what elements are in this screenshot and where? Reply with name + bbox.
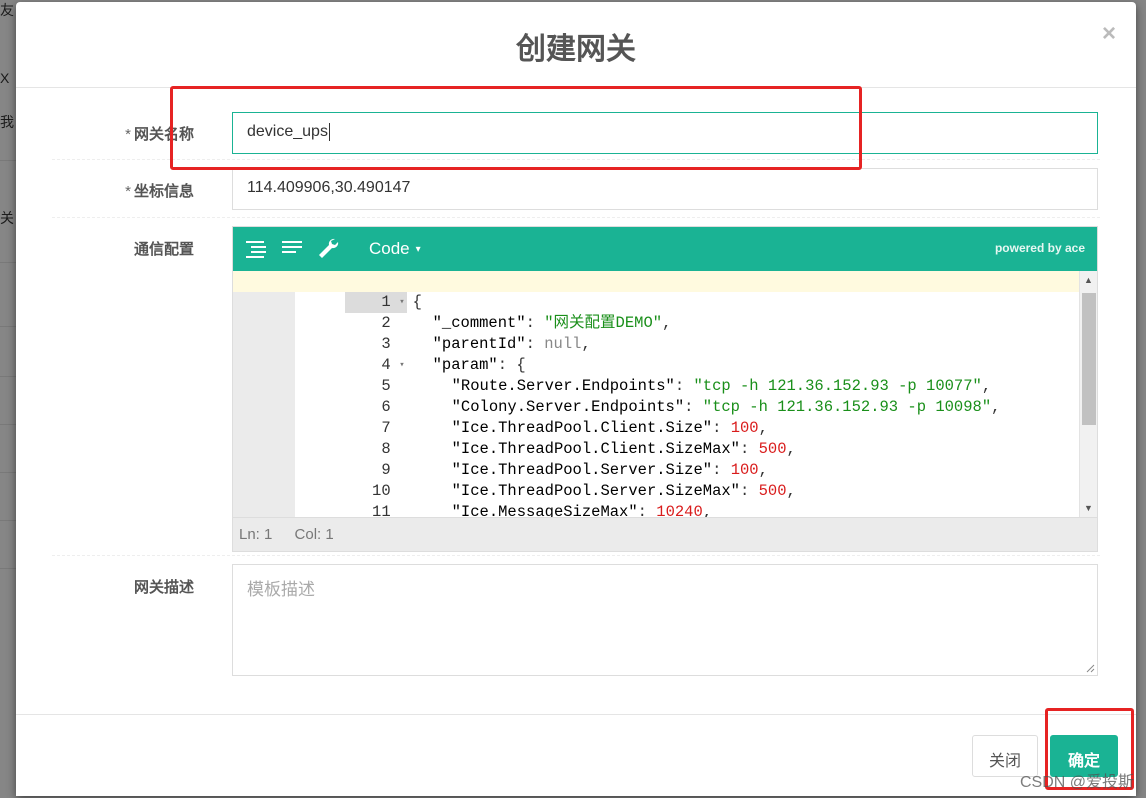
format-icon[interactable] [243, 236, 269, 262]
resize-handle-icon[interactable] [1085, 663, 1095, 673]
comm-config-label: 通信配置 [133, 241, 194, 258]
mode-label: Code [369, 239, 410, 258]
coordinates-value: 114.409906,30.490147 [247, 179, 411, 196]
code-line: 12"Ice.Warn.Connections": 1, [233, 502, 1079, 517]
code-line: 3 "parentId": null, [233, 313, 1079, 353]
cursor-col-status: Col: 1 [294, 526, 334, 543]
gateway-name-input[interactable]: device_ups [232, 112, 1098, 154]
code-line: 1 ▾{ [233, 271, 1079, 313]
powered-by-ace-link[interactable]: powered by ace [995, 241, 1085, 255]
required-mark: * [125, 126, 131, 143]
form-row-gateway-name: * 网关名称 device_ups [52, 88, 1100, 160]
scroll-up-icon[interactable]: ▲ [1084, 275, 1093, 285]
dialog-body: * 网关名称 device_ups * 坐标信息 114.409906,30.490… [16, 88, 1136, 714]
code-line: 8 "Ice.ThreadPool.Client.SizeMax": 500, [233, 418, 1079, 458]
cursor-line-status: Ln: 1 [239, 526, 273, 543]
close-icon[interactable]: × [1102, 20, 1116, 48]
code-line: 6 "Colony.Server.Endpoints": "tcp -h 121.… [233, 376, 1079, 416]
scrollbar-thumb[interactable] [1082, 293, 1096, 425]
editor-statusbar: Ln: 1 Col: 1 [233, 517, 1097, 551]
coordinates-input[interactable]: 114.409906,30.490147 [232, 168, 1098, 210]
compact-icon[interactable] [279, 236, 305, 262]
mode-dropdown[interactable]: Code ▾ [369, 239, 421, 259]
dialog-title: 创建网关 [516, 33, 636, 66]
chevron-down-icon: ▾ [415, 244, 421, 255]
code-line: 4 ▾ "param": { [233, 334, 1079, 374]
description-placeholder: 模板描述 [247, 580, 315, 599]
code-line: 2 "_comment": "网关配置DEMO", [233, 292, 1079, 332]
code-line: 5 "Route.Server.Endpoints": "tcp -h 121.3… [233, 355, 1079, 395]
form-row-comm-config: 通信配置 Code ▾ powered by ace 1 ▾ {2 "_com… [52, 226, 1100, 556]
form-row-coordinates: * 坐标信息 114.409906,30.490147 [52, 160, 1100, 218]
gateway-name-value: device_ups [247, 123, 328, 141]
coordinates-label-text: 坐标信息 [133, 183, 194, 200]
repair-icon[interactable] [315, 236, 341, 262]
editor-toolbar: Code ▾ powered by ace [233, 227, 1097, 271]
description-label: 网关描述 [133, 579, 194, 596]
dialog-header: 创建网关 × [16, 2, 1136, 88]
code-line: 7 "Ice.ThreadPool.Client.Size": 100, [233, 397, 1079, 437]
code-area[interactable]: 1 ▾{ 2 "_comment": "网关配置DEMO", 3 "parentId"… [233, 271, 1097, 517]
gateway-name-label: * 网关名称 [52, 123, 194, 144]
required-mark: * [125, 183, 131, 200]
csdn-watermark: CSDN @爱投斯 [1019, 774, 1134, 791]
code-line: 9 "Ice.ThreadPool.Server.Size": 100, [233, 439, 1079, 479]
gateway-name-label-text: 网关名称 [133, 126, 194, 143]
scroll-down-icon[interactable]: ▼ [1084, 503, 1093, 513]
form-row-description: 网关描述 模板描述 [52, 564, 1100, 684]
text-caret [328, 123, 330, 141]
description-textarea[interactable]: 模板描述 [232, 564, 1098, 676]
json-editor: Code ▾ powered by ace 1 ▾{ 2 "_comment": "网… [232, 226, 1098, 552]
editor-scrollbar[interactable]: ▲ ▼ [1079, 271, 1097, 517]
code-line: 11 "Ice.MessageSizeMax": 10240, [233, 481, 1079, 517]
create-gateway-dialog: 创建网关 × * 网关名称 device_ups * 坐标信息 114.409906… [16, 2, 1136, 796]
dialog-footer: 关闭 确定 [16, 714, 1136, 796]
code-line: 10 "Ice.ThreadPool.Server.SizeMax": 500, [233, 460, 1079, 500]
coordinates-label: * 坐标信息 [52, 180, 194, 201]
